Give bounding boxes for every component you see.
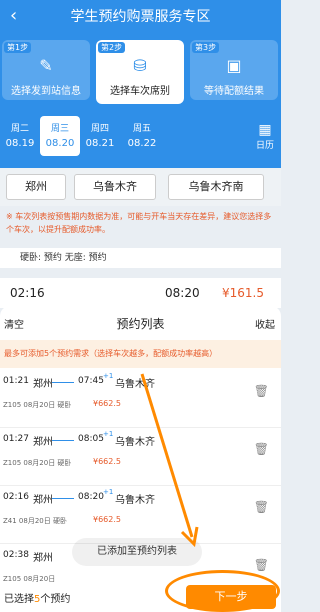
- item-arr: 07:45: [78, 376, 104, 386]
- station-button[interactable]: 乌鲁木齐南: [168, 174, 264, 200]
- item-plus-day: +1: [103, 430, 114, 438]
- item-plus-day: +1: [103, 488, 114, 496]
- item-dep: 02:16: [3, 492, 29, 502]
- date-tab[interactable]: 周二 08.19: [0, 116, 40, 156]
- bg-dep: 02:16: [10, 286, 45, 300]
- item-arr: 08:05: [78, 434, 104, 444]
- item-plus-day: +1: [103, 372, 114, 380]
- date-day: 08.22: [127, 138, 157, 149]
- selected-prefix: 已选择: [4, 594, 34, 605]
- annotation-circle: [165, 570, 280, 612]
- route-line: [52, 498, 74, 499]
- selected-count: 已选择5个预约: [4, 590, 70, 605]
- item-meta: Z41 08月20日 硬卧: [3, 517, 67, 525]
- user-card-icon: ▣: [226, 56, 242, 75]
- step-tag: 第1步: [4, 42, 32, 53]
- date-selector: 周二 08.19 周三 08.20 周四 08.21 周五 08.22 ▦ 日历: [0, 110, 281, 162]
- trash-icon[interactable]: 🗑: [254, 442, 269, 456]
- selected-suffix: 个预约: [40, 594, 71, 605]
- edit-icon: ✎: [39, 56, 53, 75]
- step-2[interactable]: 第2步 ⛁ 选择车次席别: [96, 40, 184, 104]
- date-tab[interactable]: 周四 08.21: [80, 116, 120, 156]
- item-dep: 02:38: [3, 550, 29, 560]
- item-arr: 08:20: [78, 492, 104, 502]
- seat-row-text: 硬卧: 预约 无座: 预约: [20, 253, 107, 263]
- item-price: ¥662.5: [93, 515, 121, 524]
- item-meta: Z105 08月20日 硬卧: [3, 401, 72, 409]
- item-dep: 01:27: [3, 434, 29, 444]
- step-label: 选择发到站信息: [11, 86, 81, 97]
- date-week: 周三: [50, 124, 69, 134]
- background-train: 02:16 08:20 ¥161.5: [0, 278, 281, 308]
- item-price: ¥662.5: [93, 399, 121, 408]
- date-week: 周四: [90, 124, 109, 134]
- seat-row: 硬卧: 预约 无座: 预约: [0, 248, 281, 268]
- annotation-arrow: [140, 373, 199, 547]
- station-button[interactable]: 乌鲁木齐: [74, 174, 156, 200]
- step-label: 选择车次席别: [110, 86, 170, 97]
- collapse-button[interactable]: 收起: [255, 316, 275, 331]
- route-line: [52, 382, 74, 383]
- bg-arr: 08:20: [165, 286, 200, 300]
- step-label: 等待配额结果: [204, 86, 264, 97]
- trash-icon[interactable]: 🗑: [254, 384, 269, 398]
- date-day: 08.20: [45, 138, 75, 149]
- step-tabs: 第1步 ✎ 选择发到站信息 第2步 ⛁ 选择车次席别 第3步 ▣ 等待配额结果: [0, 40, 281, 104]
- route-line: [52, 440, 74, 441]
- seat-icon: ⛁: [133, 56, 147, 75]
- item-from: 郑州: [33, 495, 53, 506]
- sheet-title: 预约列表: [116, 317, 165, 331]
- step-1[interactable]: 第1步 ✎ 选择发到站信息: [2, 40, 90, 100]
- date-tab-selected[interactable]: 周三 08.20: [40, 116, 80, 156]
- station-filter: 郑州 乌鲁木齐 乌鲁木齐南: [0, 168, 281, 206]
- date-week: 周二: [10, 124, 29, 134]
- notice-text: ※ 车次列表按预售期内数据为准，可能与开车当天存在差异，建议您选择多个车次，以提…: [6, 212, 272, 234]
- item-price: ¥662.5: [93, 457, 121, 466]
- trash-icon[interactable]: 🗑: [254, 558, 269, 572]
- page-title: 学生预约购票服务专区: [70, 9, 211, 25]
- step-3[interactable]: 第3步 ▣ 等待配额结果: [190, 40, 278, 100]
- titlebar: ‹ 学生预约购票服务专区: [0, 0, 281, 30]
- step-tag: 第2步: [98, 42, 126, 53]
- item-from: 郑州: [33, 437, 53, 448]
- date-day: 08.21: [85, 138, 115, 149]
- date-tab[interactable]: 周五 08.22: [122, 116, 162, 156]
- calendar-label: 日历: [255, 141, 274, 151]
- item-from: 郑州: [33, 553, 53, 564]
- trash-icon[interactable]: 🗑: [254, 500, 269, 514]
- sheet-tip: 最多可添加5个预约需求（选择车次越多，配额成功率越高）: [0, 340, 281, 368]
- bg-price: ¥161.5: [222, 286, 264, 300]
- item-dep: 01:21: [3, 376, 29, 386]
- item-meta: Z105 08月20日 硬卧: [3, 459, 72, 467]
- date-week: 周五: [132, 124, 151, 134]
- step-tag: 第3步: [192, 42, 220, 53]
- calendar-button[interactable]: ▦ 日历: [255, 122, 275, 151]
- station-button[interactable]: 郑州: [6, 174, 66, 200]
- item-from: 郑州: [33, 379, 53, 390]
- calendar-icon: ▦: [258, 122, 272, 138]
- sheet-header: 清空 预约列表 收起: [0, 306, 281, 340]
- date-day: 08.19: [5, 138, 35, 149]
